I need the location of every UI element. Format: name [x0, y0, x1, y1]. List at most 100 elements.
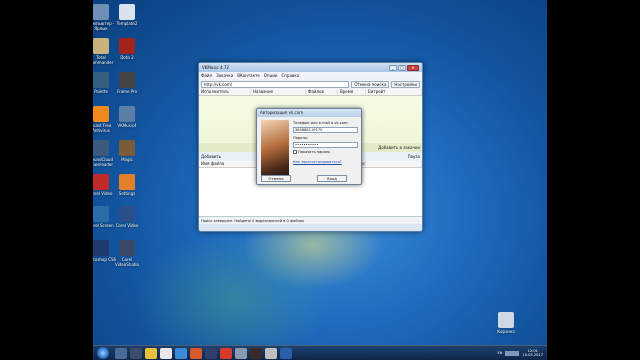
menu-help[interactable]: Справка: [282, 73, 300, 78]
mb-icon: [119, 72, 135, 88]
url-input[interactable]: http://vk.com/: [201, 80, 350, 88]
taskbar-app-5[interactable]: [175, 347, 187, 359]
desktop-shortcut-label: Avast Free Antivirus: [93, 123, 112, 133]
login-label: Телефон или e-mail в vk.com:: [293, 121, 349, 125]
corel-icon: [119, 240, 135, 256]
add-button[interactable]: Добавить: [201, 154, 221, 159]
palette-icon: [93, 72, 109, 88]
menu-file[interactable]: Файл: [201, 73, 212, 78]
window-titlebar[interactable]: VKMusic 4.72 _ □ x: [199, 63, 422, 72]
password-field[interactable]: •••••••••••: [293, 142, 358, 148]
add-to-queue-button[interactable]: Добавить в закачки: [378, 145, 420, 150]
desktop-shortcut-label: Corel Video: [93, 191, 113, 196]
desktop-shortcut-label: VKMusic4: [117, 123, 137, 128]
desktop-shortcut[interactable]: Dota 2: [111, 38, 143, 60]
bluebox-icon: [119, 206, 135, 222]
desktop: Компьютер - ЯрлыкTemplate2Total Commande…: [93, 0, 547, 360]
col-time[interactable]: Время: [338, 89, 366, 95]
taskbar-app-1[interactable]: [115, 347, 127, 359]
col-files[interactable]: Файлов: [306, 89, 338, 95]
taskbar-app-3[interactable]: [145, 347, 157, 359]
col-filename[interactable]: Имя файла: [199, 161, 259, 167]
show-password-checkbox[interactable]: [293, 150, 297, 154]
register-link[interactable]: Как зарегистрироваться?: [293, 160, 342, 164]
language-indicator[interactable]: EN: [497, 351, 502, 355]
desktop-shortcut[interactable]: Corel VideoStudio: [111, 240, 143, 267]
desktop-shortcut-label: Frame Pro: [116, 89, 138, 94]
photoshop-icon: [93, 240, 109, 256]
menu-vkontakte[interactable]: ВКонтакте: [237, 73, 260, 78]
desktop-shortcut-label: Settings: [118, 191, 136, 196]
clock-date: 10.05.2017: [522, 353, 543, 357]
cancel-button[interactable]: Отмена: [261, 175, 291, 182]
desktop-shortcut[interactable]: VKMusic4: [111, 106, 143, 128]
status-text: Поиск завершен. Найдено 0 видеозаписей в…: [201, 218, 305, 223]
pause-button[interactable]: Пауза: [408, 154, 420, 159]
taskbar-app-7[interactable]: [205, 347, 217, 359]
start-button[interactable]: [97, 347, 109, 359]
desktop-shortcut[interactable]: Corel Video: [111, 206, 143, 228]
total-commander-icon: [93, 38, 109, 54]
red-icon: [93, 174, 109, 190]
tray-icons[interactable]: [505, 350, 520, 356]
wallpaper-glow-2: [133, 230, 333, 360]
taskbar-app-10[interactable]: [250, 347, 262, 359]
taskbar-app-2[interactable]: [130, 347, 142, 359]
login-button[interactable]: Вход: [317, 175, 347, 182]
menu-download[interactable]: Закачка: [216, 73, 233, 78]
recycle-bin[interactable]: Корзина: [486, 312, 526, 334]
desktop-shortcut[interactable]: Template2: [111, 4, 143, 26]
desktop-shortcut-label: SoundCloud Downloader: [93, 157, 114, 167]
status-bar: Поиск завершен. Найдено 0 видеозаписей в…: [199, 216, 422, 224]
maximize-button[interactable]: □: [398, 64, 406, 71]
system-tray: EN 12:01 10.05.2017: [497, 349, 547, 357]
menu-options[interactable]: Опции: [264, 73, 278, 78]
close-button[interactable]: x: [407, 64, 419, 71]
menu-bar: Файл Закачка ВКонтакте Опции Справка: [199, 72, 422, 79]
taskbar-app-8[interactable]: [220, 347, 232, 359]
recycle-bin-label: Корзина: [497, 329, 515, 334]
cancel-search-button[interactable]: Отмена поиска: [351, 80, 390, 88]
taskbar-app-6[interactable]: [190, 347, 202, 359]
avatar: [261, 120, 289, 182]
show-password-row: Показать пароль: [293, 150, 330, 154]
template-icon: [119, 4, 135, 20]
desktop-shortcut-label: Dota 2: [120, 55, 134, 60]
taskbar-app-9[interactable]: [235, 347, 247, 359]
results-header: Исполнитель Название Файлов Время Битрей…: [199, 89, 422, 96]
taskbar-app-4[interactable]: [160, 347, 172, 359]
desktop-shortcut-label: Corel VideoStudio: [115, 257, 139, 267]
desktop-shortcut[interactable]: Settings: [111, 174, 143, 196]
login-field[interactable]: 380688119170: [293, 127, 358, 133]
magic-icon: [119, 140, 135, 156]
col-title[interactable]: Название: [251, 89, 306, 95]
skype-icon: [93, 206, 109, 222]
desktop-shortcut-label: Magic: [121, 157, 133, 162]
recycle-bin-icon: [498, 312, 514, 328]
taskbar-app-11[interactable]: [265, 347, 277, 359]
desktop-shortcut[interactable]: Magic: [111, 140, 143, 162]
col-bitrate[interactable]: Битрейт: [366, 89, 422, 95]
taskbar: EN 12:01 10.05.2017: [93, 345, 547, 360]
desktop-shortcut-label: Palette: [94, 89, 108, 94]
desktop-shortcut-label: Template2: [116, 21, 138, 26]
settings-button[interactable]: Настройки: [391, 80, 420, 88]
sd-icon: [93, 140, 109, 156]
minimize-button[interactable]: _: [389, 64, 397, 71]
computer-icon: [93, 4, 109, 20]
show-password-label: Показать пароль: [298, 150, 331, 154]
dota2-icon: [119, 38, 135, 54]
orange-icon: [119, 174, 135, 190]
vkmusic-icon: [119, 106, 135, 122]
clock[interactable]: 12:01 10.05.2017: [522, 349, 543, 357]
password-label: Пароль:: [293, 136, 309, 140]
avast-icon: [93, 106, 109, 122]
taskbar-app-12[interactable]: [280, 347, 292, 359]
auth-dialog: Авторизация vk.com Телефон или e-mail в …: [256, 108, 362, 185]
desktop-shortcut[interactable]: Frame Pro: [111, 72, 143, 94]
toolbar: http://vk.com/ Отмена поиска Настройки: [199, 79, 422, 89]
desktop-shortcut-label: Corel Video: [115, 223, 139, 228]
col-artist[interactable]: Исполнитель: [199, 89, 251, 95]
dialog-title: Авторизация vk.com: [257, 109, 361, 117]
window-title: VKMusic 4.72: [202, 65, 229, 70]
